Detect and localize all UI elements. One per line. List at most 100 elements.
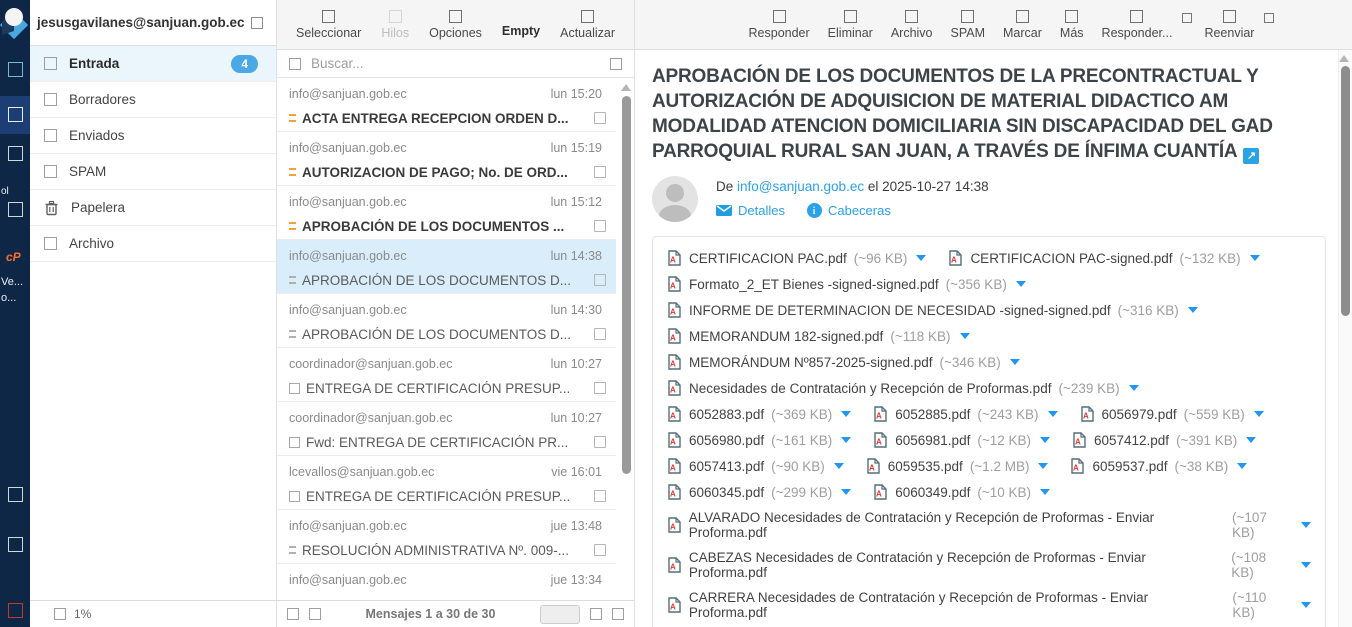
attachment-menu-caret[interactable] xyxy=(1301,522,1311,528)
sidebar-item-entrada[interactable]: Entrada 4 xyxy=(30,46,276,82)
attachment-chip[interactable]: MEMORANDUM 182-signed.pdf(~118 KB) xyxy=(667,328,970,344)
delete-button[interactable]: Eliminar xyxy=(820,6,881,44)
details-link[interactable]: Detalles xyxy=(716,203,785,218)
attachment-menu-caret[interactable] xyxy=(1246,437,1256,443)
attachment-menu-caret[interactable] xyxy=(841,411,851,417)
nav-item-5-icon[interactable] xyxy=(8,487,23,502)
search-options-icon[interactable] xyxy=(610,58,622,70)
nav-item-4-icon[interactable] xyxy=(8,202,23,217)
message-row[interactable]: info@sanjuan.gob.ecjue 13:48 RESOLUCIÓN … xyxy=(277,510,616,564)
attachment-chip[interactable]: CABEZAS Necesidades de Contratación y Re… xyxy=(667,550,1311,580)
row-checkbox[interactable] xyxy=(594,328,606,340)
attachment-chip[interactable]: 6057413.pdf(~90 KB) xyxy=(667,458,844,474)
attachment-chip[interactable]: 6056979.pdf(~559 KB) xyxy=(1080,406,1264,422)
nav-item-1-icon[interactable] xyxy=(8,62,23,77)
attachment-menu-caret[interactable] xyxy=(1040,489,1050,495)
options-button[interactable]: Opciones xyxy=(421,6,490,44)
refresh-button[interactable]: Actualizar xyxy=(552,6,623,44)
attachment-menu-caret[interactable] xyxy=(1301,562,1311,568)
attachment-chip[interactable]: 6052885.pdf(~243 KB) xyxy=(873,406,1057,422)
webmail-logo[interactable] xyxy=(1,7,29,39)
sidebar-item-enviados[interactable]: Enviados xyxy=(30,118,276,154)
nav-logout-icon[interactable] xyxy=(8,603,23,618)
select-button[interactable]: Seleccionar xyxy=(288,6,369,44)
row-checkbox[interactable] xyxy=(594,382,606,394)
sidebar-item-archivo[interactable]: Archivo xyxy=(30,226,276,262)
sidebar-item-spam[interactable]: SPAM xyxy=(30,154,276,190)
footer-nav-first-icon[interactable] xyxy=(287,608,299,620)
spam-button[interactable]: SPAM xyxy=(943,6,994,44)
attachment-menu-caret[interactable] xyxy=(1016,281,1026,287)
search-input[interactable] xyxy=(311,56,600,71)
reply-all-button[interactable]: Responder... xyxy=(1094,6,1181,44)
attachment-menu-caret[interactable] xyxy=(1010,359,1020,365)
attachment-menu-caret[interactable] xyxy=(960,333,970,339)
attachment-menu-caret[interactable] xyxy=(1237,463,1247,469)
message-row[interactable]: info@sanjuan.gob.eclun 14:30 APROBACIÓN … xyxy=(277,294,616,348)
attachment-chip[interactable]: 6052883.pdf(~369 KB) xyxy=(667,406,851,422)
attachment-menu-caret[interactable] xyxy=(1254,411,1264,417)
message-row[interactable]: lcevallos@sanjuan.gob.ecvie 16:01 ENTREG… xyxy=(277,456,616,510)
headers-link[interactable]: Cabeceras xyxy=(807,203,891,218)
open-in-new-window-icon[interactable]: ↗ xyxy=(1243,148,1259,164)
row-checkbox[interactable] xyxy=(594,490,606,502)
nav-item-2-active[interactable] xyxy=(0,96,30,134)
sidebar-item-borradores[interactable]: Borradores xyxy=(30,82,276,118)
list-scrollbar-thumb[interactable] xyxy=(622,96,631,474)
sender-email-link[interactable]: info@sanjuan.gob.ec xyxy=(737,179,864,194)
attachment-menu-caret[interactable] xyxy=(841,437,851,443)
attachment-chip[interactable]: 6060345.pdf(~299 KB) xyxy=(667,484,851,500)
attachment-chip[interactable]: 6059537.pdf(~38 KB) xyxy=(1070,458,1247,474)
footer-nav-prev-icon[interactable] xyxy=(309,608,321,620)
list-scroll-up-arrow[interactable] xyxy=(621,84,631,91)
attachment-menu-caret[interactable] xyxy=(834,463,844,469)
attachment-chip[interactable]: MEMORÁNDUM Nº857-2025-signed.pdf(~346 KB… xyxy=(667,354,1020,370)
message-row[interactable]: info@sanjuan.gob.ecjue 13:34 xyxy=(277,564,616,600)
row-checkbox[interactable] xyxy=(594,274,606,286)
attachment-menu-caret[interactable] xyxy=(1040,437,1050,443)
attachment-menu-caret[interactable] xyxy=(841,489,851,495)
attachment-chip[interactable]: Necesidades de Contratación y Recepción … xyxy=(667,380,1139,396)
row-checkbox[interactable] xyxy=(594,166,606,178)
account-caret-icon[interactable] xyxy=(251,17,263,29)
reading-scrollbar-thumb[interactable] xyxy=(1341,66,1350,316)
page-number-input[interactable] xyxy=(540,605,580,624)
nav-item-3-icon[interactable] xyxy=(8,146,23,161)
forward-caret-icon[interactable] xyxy=(1264,13,1274,23)
message-row[interactable]: coordinador@sanjuan.gob.eclun 10:27 ENTR… xyxy=(277,348,616,402)
attachment-menu-caret[interactable] xyxy=(1038,463,1048,469)
attachment-chip[interactable]: 6060349.pdf(~10 KB) xyxy=(873,484,1050,500)
attachment-menu-caret[interactable] xyxy=(1048,411,1058,417)
attachment-menu-caret[interactable] xyxy=(916,255,926,261)
attachment-chip[interactable]: CARRERA Necesidades de Contratación y Re… xyxy=(667,590,1311,620)
attachment-menu-caret[interactable] xyxy=(1129,385,1139,391)
attachment-chip[interactable]: CERTIFICACION PAC-signed.pdf(~132 KB) xyxy=(948,250,1259,266)
message-row[interactable]: info@sanjuan.gob.eclun 15:19 AUTORIZACIO… xyxy=(277,132,616,186)
attachment-chip[interactable]: 6059535.pdf(~1.2 MB) xyxy=(866,458,1049,474)
empty-button[interactable]: Empty xyxy=(494,7,548,42)
attachment-chip[interactable]: ALVARADO Necesidades de Contratación y R… xyxy=(667,510,1311,540)
attachment-chip[interactable]: 6057412.pdf(~391 KB) xyxy=(1072,432,1256,448)
message-row-selected[interactable]: info@sanjuan.gob.eclun 14:38 APROBACIÓN … xyxy=(277,240,616,294)
nav-item-6-icon[interactable] xyxy=(8,537,23,552)
attachment-chip[interactable]: Formato_2_ET Bienes -signed-signed.pdf(~… xyxy=(667,276,1026,292)
more-button[interactable]: Más xyxy=(1052,6,1092,44)
row-checkbox[interactable] xyxy=(594,436,606,448)
reading-scroll-up-arrow[interactable] xyxy=(1339,55,1349,62)
message-row[interactable]: info@sanjuan.gob.eclun 15:12 APROBACIÓN … xyxy=(277,186,616,240)
footer-nav-last-icon[interactable] xyxy=(612,608,624,620)
row-checkbox[interactable] xyxy=(594,220,606,232)
reply-button[interactable]: Responder xyxy=(741,6,818,44)
cpanel-logo[interactable]: cP xyxy=(6,250,35,264)
attachment-menu-caret[interactable] xyxy=(1188,307,1198,313)
attachment-menu-caret[interactable] xyxy=(1250,255,1260,261)
mark-button[interactable]: Marcar xyxy=(995,6,1050,44)
forward-button[interactable]: Reenviar xyxy=(1196,6,1262,44)
attachment-chip[interactable]: 6056981.pdf(~12 KB) xyxy=(873,432,1050,448)
archive-button[interactable]: Archivo xyxy=(883,6,941,44)
attachment-chip[interactable]: CERTIFICACION PAC.pdf(~96 KB) xyxy=(667,250,926,266)
attachment-menu-caret[interactable] xyxy=(1301,602,1311,608)
message-row[interactable]: info@sanjuan.gob.eclun 15:20 ACTA ENTREG… xyxy=(277,78,616,132)
row-checkbox[interactable] xyxy=(594,112,606,124)
message-row[interactable]: coordinador@sanjuan.gob.eclun 10:27 Fwd:… xyxy=(277,402,616,456)
